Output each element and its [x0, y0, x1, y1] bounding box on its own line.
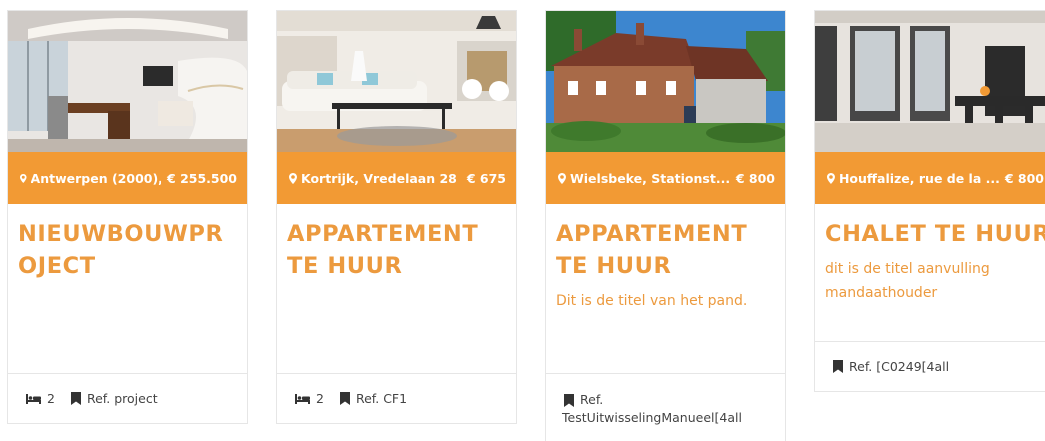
- reference-text: Ref. CF1: [355, 391, 408, 406]
- reference-label: Ref.: [580, 392, 604, 407]
- reference-text: Ref. [C0249[4all: [849, 359, 950, 374]
- map-pin-icon: [20, 173, 27, 183]
- price: € 255.500: [167, 170, 237, 186]
- bedrooms: 2: [26, 391, 55, 406]
- property-photo[interactable]: [8, 11, 247, 152]
- map-pin-icon: [558, 172, 566, 184]
- location: Kortrijk, Vredelaan 28: [289, 171, 457, 186]
- property-photo[interactable]: [277, 11, 516, 152]
- reference: Ref. [C0249[4all: [833, 359, 949, 374]
- bed-icon: [26, 393, 41, 404]
- property-title: NIEUWBOUWPROJECT: [18, 221, 224, 279]
- location-price-bar: Kortrijk, Vredelaan 28 € 675: [277, 152, 516, 204]
- property-photo[interactable]: [815, 11, 1045, 152]
- property-card[interactable]: Wielsbeke, Stationst... € 800 APPARTEMEN…: [545, 10, 786, 441]
- reference: Ref. TestUitwisselingManueel[4all: [562, 391, 742, 427]
- property-subtitle: dit is de titel aanvulling mandaathouder: [825, 261, 990, 301]
- property-subtitle: Dit is de titel van het pand.: [556, 293, 748, 309]
- location: Wielsbeke, Stationst...: [558, 171, 730, 186]
- location-text: Antwerpen (2000), k...: [30, 170, 162, 186]
- map-pin-icon: [827, 172, 835, 184]
- location-text: Houffalize, rue de la ...: [838, 170, 999, 186]
- card-footer: 2 Ref. CF1: [277, 373, 516, 423]
- reference-value: TestUitwisselingManueel[4all: [562, 410, 742, 425]
- property-card[interactable]: Antwerpen (2000), k... € 255.500 NIEUWBO…: [7, 10, 248, 424]
- property-card[interactable]: Houffalize, rue de la ... € 800 CHALET T…: [814, 10, 1045, 392]
- price: € 800: [1004, 170, 1044, 186]
- property-title: APPARTEMENT TE HUUR: [556, 221, 748, 279]
- bookmark-icon: [70, 392, 81, 405]
- property-title: CHALET TE HUUR: [825, 221, 1045, 247]
- property-title: APPARTEMENT TE HUUR: [287, 221, 479, 279]
- reference: Ref. CF1: [339, 391, 408, 406]
- map-pin-icon: [289, 172, 297, 184]
- bookmark-icon: [339, 392, 350, 405]
- card-footer: 2 Ref. project: [8, 373, 247, 423]
- location-price-bar: Houffalize, rue de la ... € 800: [815, 152, 1045, 204]
- location-price-bar: Wielsbeke, Stationst... € 800: [546, 152, 785, 204]
- property-photo[interactable]: [546, 11, 785, 152]
- bookmark-icon: [564, 393, 574, 407]
- bedrooms-count: 2: [47, 391, 55, 406]
- location-text: Wielsbeke, Stationst...: [569, 170, 730, 186]
- location: Houffalize, rue de la ...: [827, 171, 999, 186]
- reference-text: Ref. project: [86, 391, 158, 406]
- bedrooms: 2: [295, 391, 324, 406]
- price: € 800: [735, 170, 775, 186]
- card-footer: Ref. [C0249[4all: [815, 341, 1045, 391]
- price: € 675: [466, 170, 506, 186]
- location-price-bar: Antwerpen (2000), k... € 255.500: [8, 152, 247, 204]
- bookmark-icon: [833, 360, 843, 373]
- card-footer: Ref. TestUitwisselingManueel[4all: [546, 373, 785, 441]
- location: Antwerpen (2000), k...: [20, 171, 161, 186]
- bed-icon: [295, 393, 310, 404]
- property-card[interactable]: Kortrijk, Vredelaan 28 € 675 APPARTEMENT…: [276, 10, 517, 424]
- bedrooms-count: 2: [316, 391, 324, 406]
- location-text: Kortrijk, Vredelaan 28: [301, 170, 457, 186]
- reference: Ref. project: [70, 391, 158, 406]
